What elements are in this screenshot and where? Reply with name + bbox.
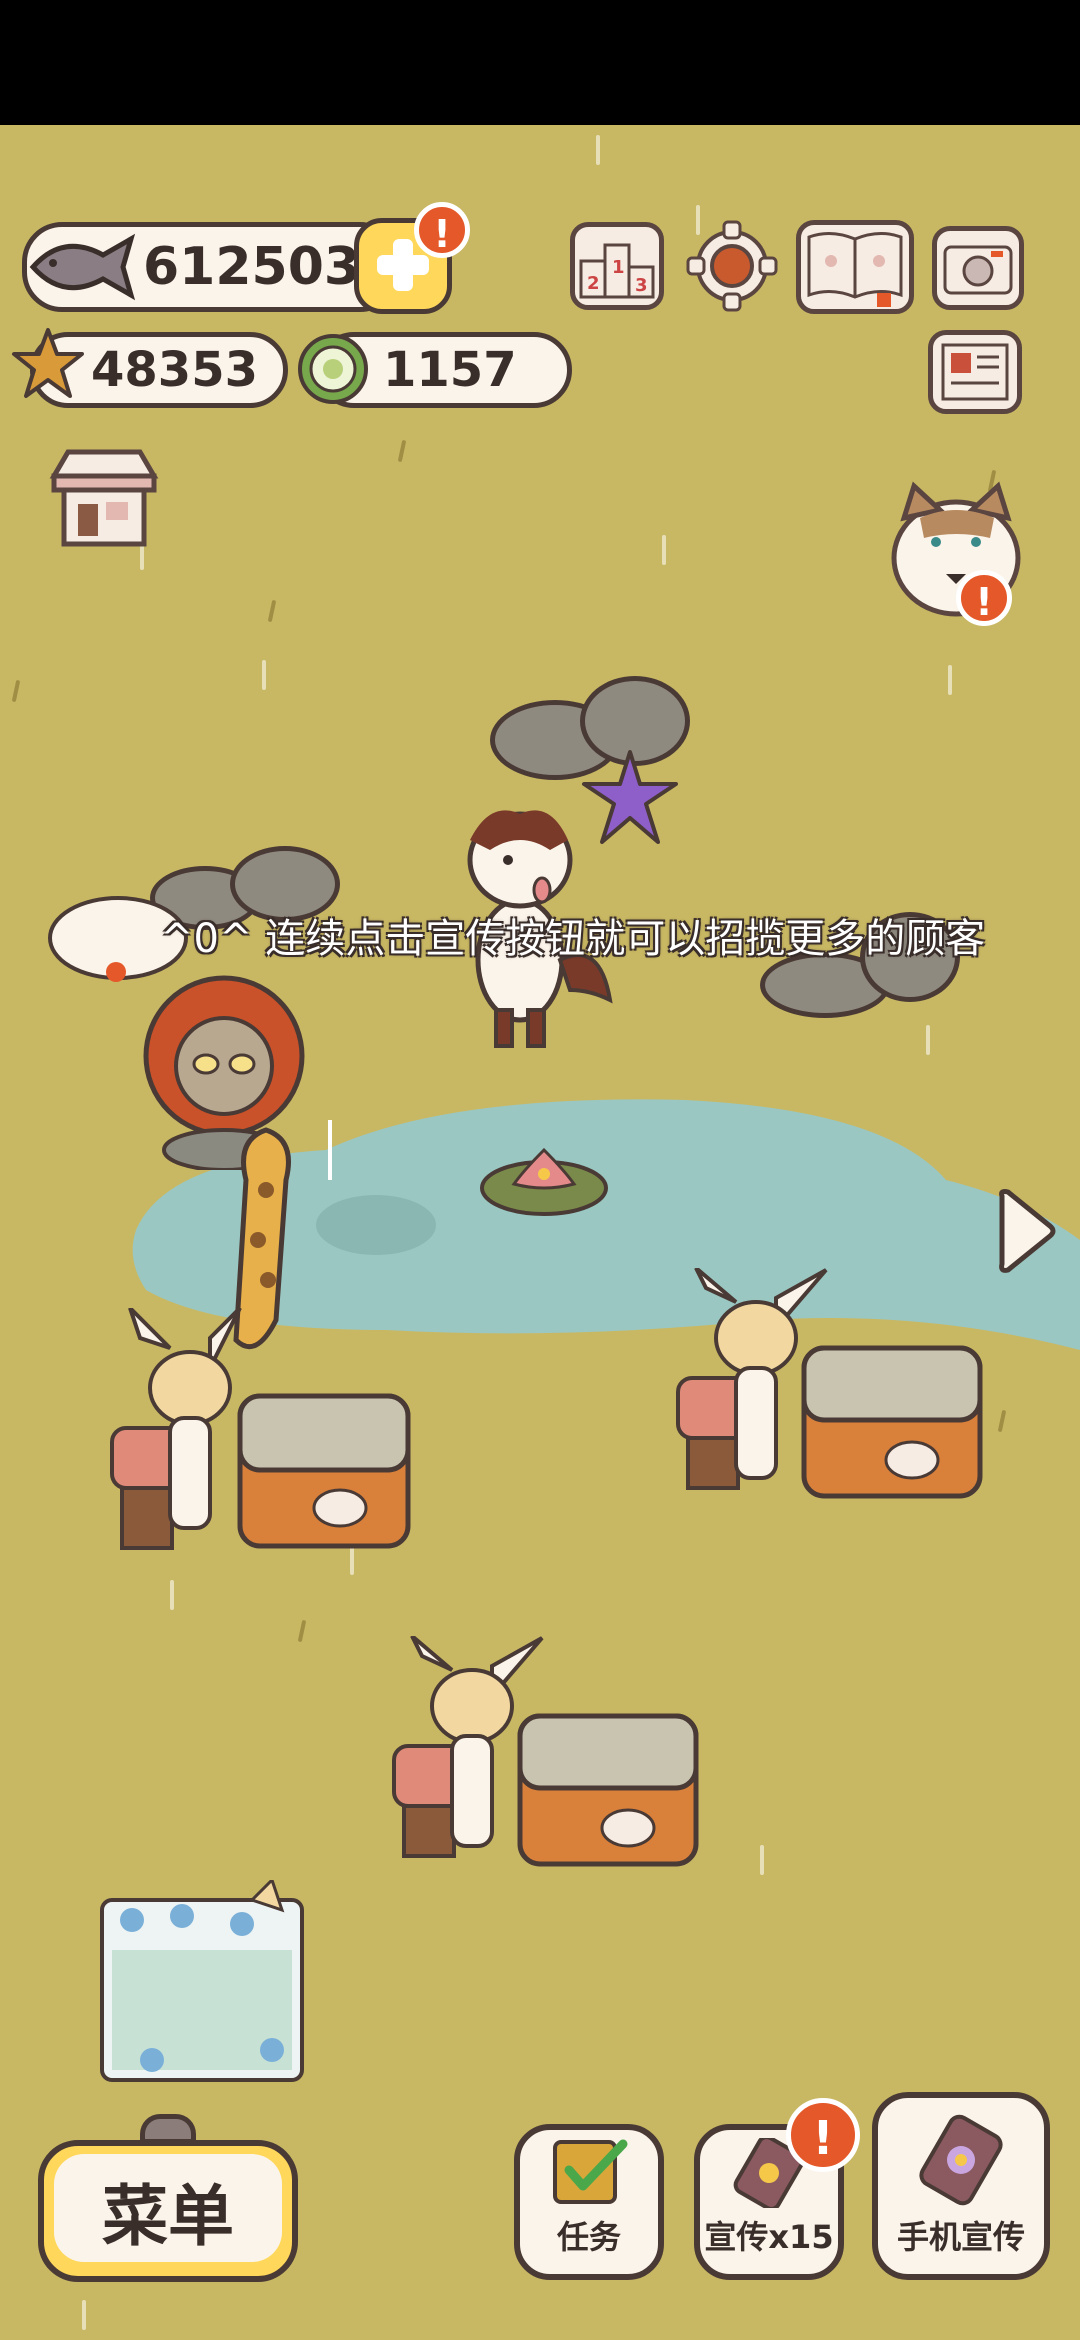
menu-hanger-icon xyxy=(140,2114,196,2144)
status-bar xyxy=(0,0,1080,125)
ice-cream-stall[interactable] xyxy=(676,1266,996,1518)
add-fish-badge: ! xyxy=(414,202,470,258)
rain-drop xyxy=(926,1025,930,1055)
menu-button[interactable]: 菜单 xyxy=(38,2140,298,2282)
tasks-label: 任务 xyxy=(556,2218,621,2256)
svg-text:1: 1 xyxy=(612,257,625,278)
shop-icon[interactable] xyxy=(46,446,162,552)
fish-icon xyxy=(29,233,136,301)
grass-tuft xyxy=(267,599,277,623)
arrow-right-icon[interactable] xyxy=(990,1186,1060,1276)
rain-drop xyxy=(948,665,952,695)
cat-helper-badge: ! xyxy=(956,570,1012,626)
phone-promote-button[interactable]: 手机宣传 xyxy=(872,2092,1050,2280)
rain-drop xyxy=(760,1845,764,1875)
book-icon xyxy=(807,232,903,307)
ice-cream-stall[interactable] xyxy=(100,1306,420,1558)
ranking-icon: 2 1 3 xyxy=(579,243,655,299)
camera-button[interactable] xyxy=(932,226,1024,310)
rain-drop xyxy=(596,135,600,165)
svg-text:2: 2 xyxy=(587,273,600,294)
checklist-icon xyxy=(553,2139,628,2204)
grass-tuft xyxy=(11,679,21,703)
rain-drop xyxy=(170,1580,174,1610)
rain-drop xyxy=(82,2300,86,2330)
svg-text:3: 3 xyxy=(635,275,648,296)
fish-count: 612503 xyxy=(143,237,361,297)
starfish-icon xyxy=(12,328,84,398)
rain-drop xyxy=(662,535,666,565)
phone-promote-label: 手机宣传 xyxy=(896,2218,1025,2256)
promote-label: 宣传x15 xyxy=(704,2218,834,2256)
newspaper-icon xyxy=(941,343,1009,401)
aquarium-decoration[interactable] xyxy=(92,1880,312,2090)
lotus-flower[interactable] xyxy=(474,1130,614,1220)
ranking-button[interactable]: 2 1 3 xyxy=(570,222,664,310)
camera-icon xyxy=(943,245,1013,295)
rain-drop xyxy=(262,660,266,690)
promote-badge: ! xyxy=(786,2098,860,2172)
grass-tuft xyxy=(397,439,407,463)
ice-cream-stall[interactable] xyxy=(392,1634,712,1886)
tip-message: ^0^ 连续点击宣传按钮就可以招揽更多的顾客 xyxy=(160,916,986,962)
grass-tuft xyxy=(997,1409,1007,1433)
tasks-button[interactable]: 任务 xyxy=(514,2124,664,2280)
star-count: 48353 xyxy=(91,342,258,398)
ticket-count: 1157 xyxy=(383,342,517,398)
gear-icon[interactable] xyxy=(686,220,778,312)
newspaper-button[interactable] xyxy=(928,330,1022,414)
menu-label: 菜单 xyxy=(102,2178,234,2255)
phone-icon xyxy=(919,2114,1003,2206)
fish-currency: 612503 xyxy=(22,222,400,312)
guide-book-button[interactable] xyxy=(796,220,914,314)
ticket-icon xyxy=(298,334,368,404)
grass-tuft xyxy=(297,1619,307,1643)
